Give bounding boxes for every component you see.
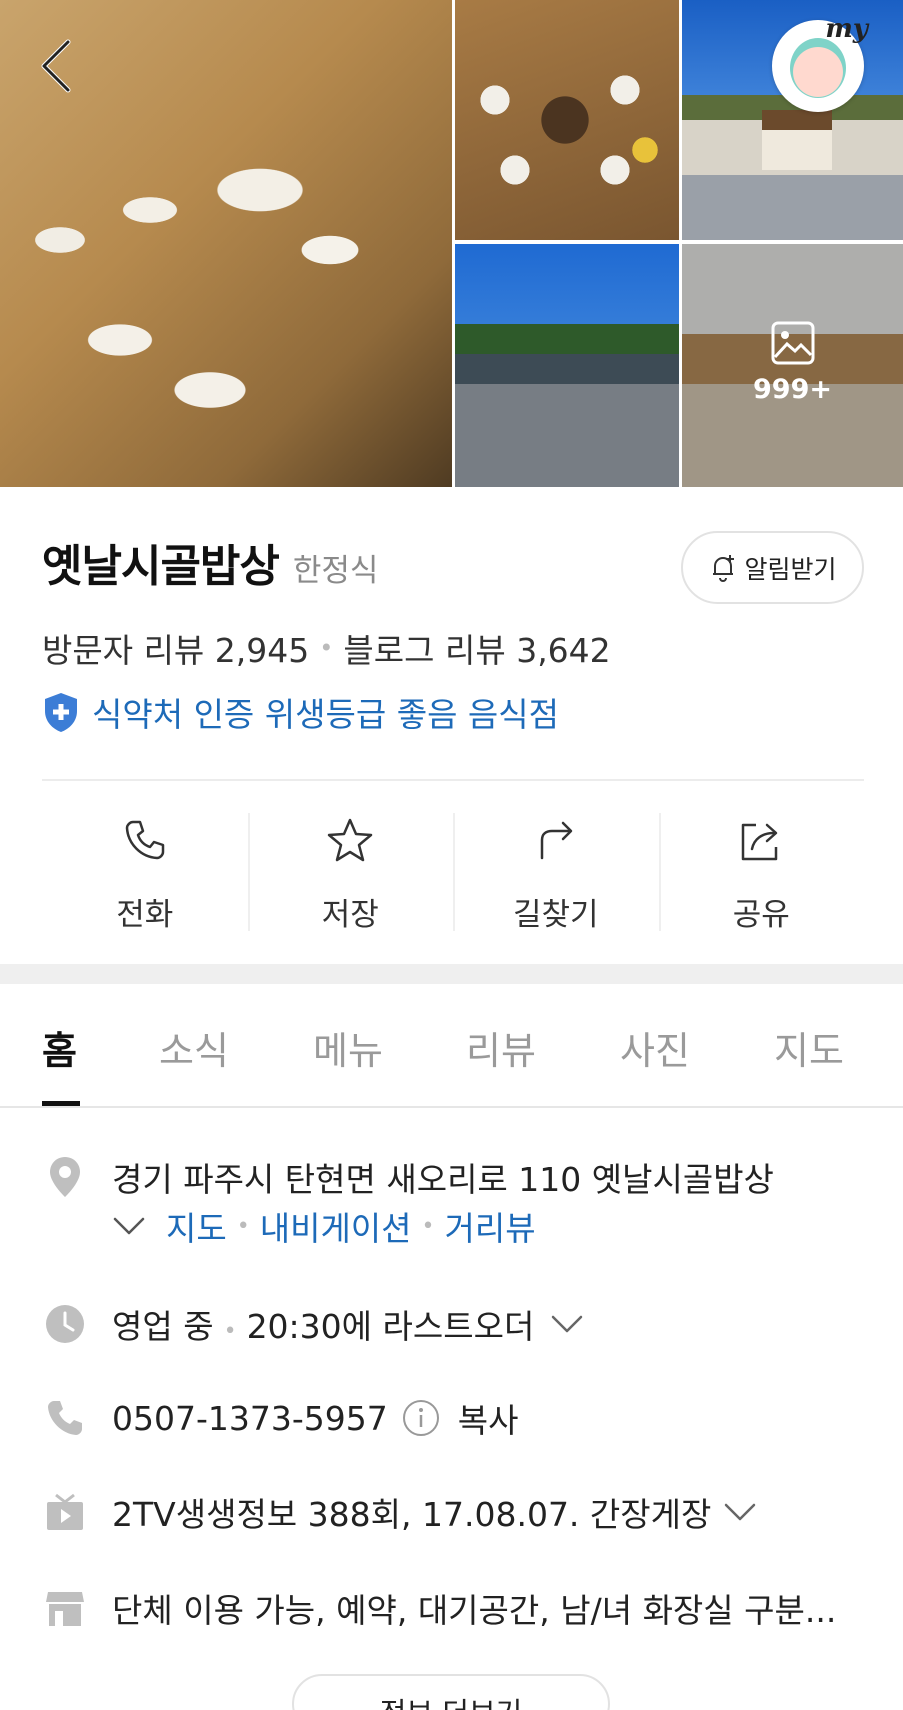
- chevron-down-icon[interactable]: [723, 1500, 757, 1524]
- photo-side-dishes[interactable]: [455, 0, 679, 240]
- tab-news[interactable]: 소식: [159, 1020, 229, 1075]
- info-icon[interactable]: [402, 1399, 440, 1437]
- share-icon: [738, 812, 784, 867]
- tab-home[interactable]: 홈: [42, 1020, 77, 1075]
- tab-menu[interactable]: 메뉴: [313, 1020, 383, 1075]
- my-profile-button[interactable]: my: [772, 14, 868, 112]
- bell-plus-icon: [713, 554, 735, 582]
- alert-button[interactable]: 알림받기: [681, 531, 864, 604]
- hours-row[interactable]: 영업 중 • 20:30에 라스트오더: [42, 1300, 584, 1348]
- amenities-row[interactable]: 단체 이용 가능, 예약, 대기공간, 남/녀 화장실 구분...: [42, 1584, 836, 1632]
- copy-button[interactable]: 복사: [458, 1394, 519, 1442]
- address-text[interactable]: 경기 파주시 탄현면 새오리로 110 옛날시골밥상: [112, 1153, 774, 1201]
- avatar: [790, 38, 846, 98]
- place-name: 옛날시골밥상: [42, 541, 280, 592]
- map-link[interactable]: 지도: [166, 1202, 227, 1250]
- photo-parking-lot[interactable]: [455, 244, 679, 487]
- tab-photos[interactable]: 사진: [620, 1020, 690, 1075]
- hours-status: 영업 중: [112, 1307, 214, 1346]
- tv-row[interactable]: 2TV생생정보 388회, 17.08.07. 간장게장: [42, 1488, 757, 1536]
- tab-map[interactable]: 지도: [774, 1020, 844, 1075]
- hygiene-label: 식약처 인증 위생등급 좋음 음식점: [92, 695, 559, 734]
- image-icon: [770, 320, 816, 370]
- location-pin-icon: [42, 1156, 88, 1198]
- call-button[interactable]: 전화: [42, 808, 248, 934]
- photo-count-overlay[interactable]: 999+: [682, 244, 903, 487]
- phone-icon: [123, 812, 167, 867]
- shield-cross-icon: [45, 693, 77, 732]
- directions-icon: [534, 812, 578, 867]
- call-label: 전화: [116, 897, 174, 933]
- separator-dot: •: [319, 634, 334, 662]
- place-category: 한정식: [292, 553, 379, 589]
- photo-gallery: 999+ my: [0, 0, 903, 487]
- phone-icon: [42, 1399, 88, 1437]
- divider: [42, 779, 864, 781]
- save-label: 저장: [321, 897, 379, 933]
- tab-reviews[interactable]: 리뷰: [466, 1020, 536, 1075]
- share-label: 공유: [732, 897, 790, 933]
- save-button[interactable]: 저장: [247, 808, 454, 934]
- street-view-link[interactable]: 거리뷰: [445, 1202, 536, 1250]
- separator-dot: •: [223, 1319, 237, 1344]
- share-button[interactable]: 공유: [658, 808, 865, 934]
- visitor-reviews-link[interactable]: 방문자 리뷰 2,945: [42, 624, 309, 672]
- amenities-text: 단체 이용 가능, 예약, 대기공간, 남/녀 화장실 구분...: [112, 1591, 837, 1630]
- my-label: my: [825, 14, 868, 44]
- more-info-label: 정보 더보기: [380, 1690, 523, 1710]
- clock-icon: [42, 1304, 88, 1344]
- section-separator: [0, 964, 903, 984]
- hours-text: 영업 중 • 20:30에 라스트오더: [112, 1300, 534, 1348]
- separator-dot: •: [421, 1213, 435, 1239]
- tab-bar: 홈 소식 메뉴 리뷰 사진 지도: [0, 984, 903, 1108]
- store-icon: [42, 1589, 88, 1627]
- alert-label: 알림받기: [744, 554, 837, 584]
- photo-count: 999+: [753, 374, 832, 405]
- blog-reviews-link[interactable]: 블로그 리뷰 3,642: [343, 624, 610, 672]
- tv-appearance-text: 2TV생생정보 388회, 17.08.07. 간장게장: [112, 1495, 712, 1534]
- directions-label: 길찾기: [512, 897, 599, 933]
- navigation-link[interactable]: 내비게이션: [260, 1202, 412, 1250]
- action-bar: 전화 저장 길찾기 공유: [42, 808, 864, 934]
- hygiene-badge[interactable]: 식약처 인증 위생등급 좋음 음식점: [42, 688, 559, 736]
- phone-row: 0507-1373-5957 복사: [42, 1394, 519, 1442]
- chevron-down-icon[interactable]: [112, 1214, 146, 1238]
- back-button[interactable]: [36, 36, 80, 96]
- tv-icon: [42, 1493, 88, 1531]
- address-links: 지도 • 내비게이션 • 거리뷰: [112, 1202, 536, 1250]
- active-tab-indicator: [42, 1101, 80, 1106]
- directions-button[interactable]: 길찾기: [453, 808, 659, 934]
- chevron-down-icon[interactable]: [550, 1312, 584, 1336]
- separator-dot: •: [236, 1213, 250, 1239]
- address-row: 경기 파주시 탄현면 새오리로 110 옛날시골밥상: [42, 1153, 774, 1201]
- place-title-row: 옛날시골밥상 한정식: [42, 530, 378, 594]
- more-info-button[interactable]: 정보 더보기: [292, 1674, 610, 1710]
- chevron-left-icon: [41, 39, 71, 93]
- review-summary: 방문자 리뷰 2,945 • 블로그 리뷰 3,642: [42, 624, 611, 672]
- phone-number[interactable]: 0507-1373-5957: [112, 1399, 388, 1438]
- star-icon: [327, 812, 373, 867]
- hours-detail: 20:30에 라스트오더: [246, 1307, 535, 1346]
